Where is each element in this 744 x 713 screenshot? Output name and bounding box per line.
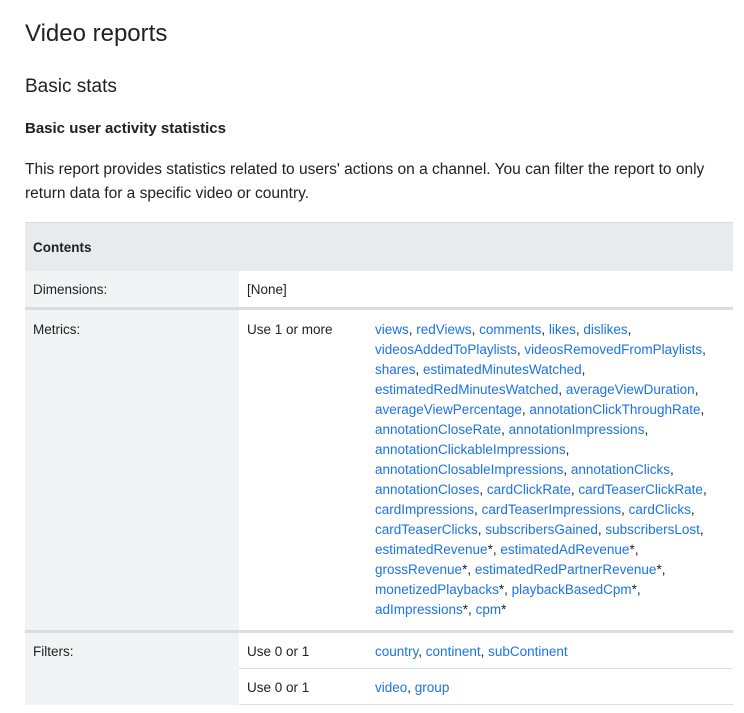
filter-link[interactable]: group [415,680,450,695]
metric-link[interactable]: likes [549,322,576,337]
dimensions-label: Dimensions: [25,271,239,310]
metric-link[interactable]: annotationClicks [571,462,670,477]
metric-link[interactable]: averageViewDuration [566,382,695,397]
metric-link[interactable]: comments [479,322,541,337]
metric-separator: , [669,462,674,477]
filters-rule-2: Use 0 or 1 [239,668,375,705]
filter-link[interactable]: country [375,644,418,659]
metric-link[interactable]: cardClickRate [487,482,571,497]
metric-separator: , [621,502,629,517]
metric-link[interactable]: annotationClosableImpressions [375,462,563,477]
metric-separator: , [581,362,586,377]
metric-link[interactable]: playbackBasedCpm [512,582,632,597]
metric-separator: , [627,322,632,337]
metric-link[interactable]: cardTeaserClicks [375,522,478,537]
filter-link[interactable]: video [375,680,407,695]
metric-separator: , [541,322,549,337]
metric-link[interactable]: subscribersGained [485,522,598,537]
table-header: Contents [25,222,733,271]
dimensions-row: Dimensions: [None] [25,271,733,310]
dimensions-value: [None] [239,271,733,310]
metric-separator: * [501,602,507,617]
filters-list-1: country, continent, subContinent [375,642,733,662]
filters-row-1: Filters: Use 0 or 1 country, continent, … [25,631,733,705]
metric-separator: *, [462,562,475,577]
metric-link[interactable]: dislikes [583,322,627,337]
metric-separator: , [479,482,487,497]
metric-separator: , [702,482,707,497]
page-title: Video reports [25,20,168,47]
section-title: Basic stats [25,76,117,97]
metric-link[interactable]: videosRemovedFromPlaylists [524,342,702,357]
metric-separator: , [558,382,566,397]
metric-link[interactable]: adImpressions [375,602,463,617]
metrics-row: Metrics: Use 1 or more views, redViews, … [25,308,733,633]
metric-link[interactable]: estimatedRedPartnerRevenue [475,562,657,577]
metric-link[interactable]: redViews [416,322,471,337]
metric-separator: , [690,502,695,517]
metric-separator: , [471,322,480,337]
metric-separator: , [644,422,649,437]
metric-link[interactable]: annotationClickThroughRate [529,402,700,417]
metric-link[interactable]: estimatedRevenue [375,542,488,557]
metric-link[interactable]: annotationCloses [375,482,479,497]
metric-separator: , [415,362,424,377]
filters-list-2: video, group [375,678,733,698]
metrics-label: Metrics: [25,308,239,633]
metric-link[interactable]: annotationClickableImpressions [375,442,566,457]
metric-link[interactable]: cpm [476,602,502,617]
metric-separator: , [700,402,705,417]
metric-link[interactable]: subscribersLost [605,522,700,537]
metrics-list: views, redViews, comments, likes, dislik… [375,320,727,620]
filter-link[interactable]: continent [426,644,481,659]
report-description: This report provides statistics related … [25,161,705,202]
table-header-row: Contents [25,222,733,271]
metric-separator: , [501,422,509,437]
metric-separator: , [563,462,571,477]
metric-link[interactable]: videosAddedToPlaylists [375,342,517,357]
metric-link[interactable]: grossRevenue [375,562,462,577]
metric-separator: *, [656,562,666,577]
metric-separator: , [699,522,704,537]
metric-separator: *, [629,542,639,557]
filter-separator: , [407,680,415,695]
metric-link[interactable]: annotationCloseRate [375,422,501,437]
metrics-cell: views, redViews, comments, likes, dislik… [375,308,733,633]
metric-link[interactable]: estimatedRedMinutesWatched [375,382,558,397]
metric-separator: , [474,502,482,517]
subsection-title: Basic user activity statistics [25,120,226,137]
metric-link[interactable]: shares [375,362,416,377]
metric-link[interactable]: annotationImpressions [509,422,645,437]
filter-link[interactable]: subContinent [488,644,568,659]
metric-separator: *, [462,602,476,617]
metric-separator: *, [487,542,501,557]
metric-link[interactable]: cardTeaserClickRate [578,482,703,497]
filter-separator: , [418,644,426,659]
metric-link[interactable]: estimatedAdRevenue [500,542,629,557]
report-contents-table: Contents Dimensions: [None] Metrics: Use… [25,222,733,705]
filters-label: Filters: [25,631,239,705]
filters-cell-2: video, group [375,668,733,705]
metric-separator: , [702,342,706,357]
metric-link[interactable]: averageViewPercentage [375,402,522,417]
filters-cell-1: country, continent, subContinent [375,631,733,669]
metric-link[interactable]: cardImpressions [375,502,474,517]
metrics-rule: Use 1 or more [239,308,375,633]
metric-separator: , [565,442,570,457]
metric-link[interactable]: monetizedPlaybacks [375,582,499,597]
metric-link[interactable]: cardTeaserImpressions [482,502,622,517]
metric-separator: *, [631,582,641,597]
metric-link[interactable]: estimatedMinutesWatched [423,362,582,377]
metric-separator: , [694,382,699,397]
metric-link[interactable]: cardClicks [629,502,691,517]
filters-rule-1: Use 0 or 1 [239,631,375,669]
metric-separator: *, [498,582,512,597]
metric-link[interactable]: views [375,322,409,337]
filter-separator: , [480,644,489,659]
